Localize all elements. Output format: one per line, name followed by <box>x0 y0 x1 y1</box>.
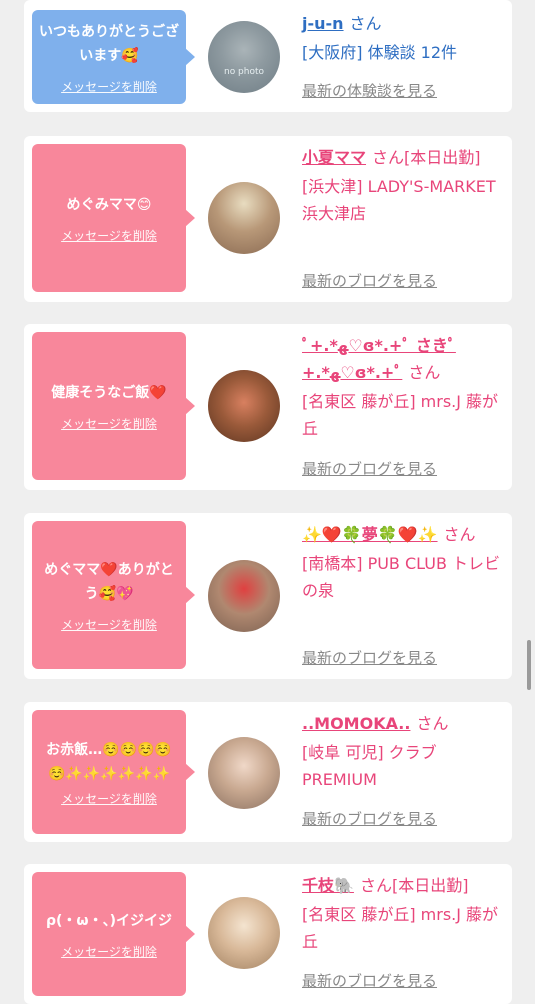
message-card: いつもありがとうございます🥰 メッセージを削除 no photo j-u-n さん… <box>24 0 512 112</box>
shop-info: [大阪府] 体験談 12件 <box>302 43 458 62</box>
delete-message-link[interactable]: メッセージを削除 <box>61 790 157 807</box>
avatar[interactable] <box>208 370 280 442</box>
shop-info: [名東区 藤が丘] mrs.J 藤が丘 <box>302 905 499 951</box>
profile-info: ﾟ+.*ﻬ♡ɞ*.+ﾟ さきﾟ+.*ﻬ♡ɞ*.+ﾟ さん [名東区 藤が丘] mr… <box>302 332 504 442</box>
profile-name-link[interactable]: 千枝🐘 <box>302 876 354 895</box>
message-text: めぐみママ😊 <box>66 196 152 213</box>
profile-info: 小夏ママ さん[本日出勤] [浜大津] LADY'S-MARKET 浜大津店 <box>302 144 504 227</box>
honorific: さん <box>359 876 392 895</box>
latest-blog-link[interactable]: 最新のブログを見る <box>302 808 437 829</box>
message-card: めぐママ❤️ありがとう🥰💖 メッセージを削除 ✨❤️🍀夢🍀❤️✨ さん [南橋本]… <box>24 513 512 679</box>
status-badge: [本日出勤] <box>391 876 469 895</box>
message-text: めぐママ❤️ありがとう🥰💖 <box>44 561 174 602</box>
delete-message-link[interactable]: メッセージを削除 <box>61 78 157 95</box>
latest-blog-link[interactable]: 最新のブログを見る <box>302 270 437 291</box>
latest-review-link[interactable]: 最新の体験談を見る <box>302 80 437 101</box>
profile-name-link[interactable]: j-u-n <box>302 14 344 33</box>
honorific: さん <box>372 148 405 167</box>
avatar[interactable] <box>208 737 280 809</box>
honorific: さん <box>408 363 441 382</box>
profile-info: 千枝🐘 さん[本日出勤] [名東区 藤が丘] mrs.J 藤が丘 <box>302 872 504 955</box>
honorific: さん <box>349 14 382 33</box>
delete-message-link[interactable]: メッセージを削除 <box>61 415 157 432</box>
avatar-placeholder-text: no photo <box>223 67 265 77</box>
latest-blog-link[interactable]: 最新のブログを見る <box>302 970 437 991</box>
message-card: ρ(・ω・、)イジイジ メッセージを削除 千枝🐘 さん[本日出勤] [名東区 藤が… <box>24 864 512 1004</box>
honorific: さん <box>443 525 476 544</box>
avatar[interactable]: no photo <box>208 21 280 93</box>
message-card: 健康そうなご飯❤️ メッセージを削除 ﾟ+.*ﻬ♡ɞ*.+ﾟ さきﾟ+.*ﻬ♡ɞ… <box>24 324 512 490</box>
message-bubble: ρ(・ω・、)イジイジ メッセージを削除 <box>32 872 195 996</box>
shop-info: [浜大津] LADY'S-MARKET 浜大津店 <box>302 177 496 223</box>
message-bubble: めぐママ❤️ありがとう🥰💖 メッセージを削除 <box>32 521 195 669</box>
shop-info: [岐阜 可児] クラブ PREMIUM <box>302 743 437 789</box>
profile-info: j-u-n さん [大阪府] 体験談 12件 <box>302 10 504 66</box>
status-badge: [本日出勤] <box>404 148 481 167</box>
latest-blog-link[interactable]: 最新のブログを見る <box>302 458 437 479</box>
profile-info: ✨❤️🍀夢🍀❤️✨ さん [南橋本] PUB CLUB トレビの泉 <box>302 521 504 604</box>
message-bubble: お赤飯…☺️☺️☺️☺️☺️✨✨✨✨✨✨ メッセージを削除 <box>32 710 195 834</box>
avatar[interactable] <box>208 897 280 969</box>
message-bubble: めぐみママ😊 メッセージを削除 <box>32 144 195 292</box>
avatar[interactable] <box>208 560 280 632</box>
profile-name-link[interactable]: 小夏ママ <box>302 148 366 167</box>
message-bubble: いつもありがとうございます🥰 メッセージを削除 <box>32 10 195 104</box>
message-text: お赤飯…☺️☺️☺️☺️☺️✨✨✨✨✨✨ <box>46 741 172 782</box>
delete-message-link[interactable]: メッセージを削除 <box>61 943 157 960</box>
shop-info: [南橋本] PUB CLUB トレビの泉 <box>302 554 501 600</box>
avatar[interactable] <box>208 182 280 254</box>
message-bubble: 健康そうなご飯❤️ メッセージを削除 <box>32 332 195 480</box>
honorific: さん <box>416 714 449 733</box>
profile-name-link[interactable]: ✨❤️🍀夢🍀❤️✨ <box>302 525 438 544</box>
delete-message-link[interactable]: メッセージを削除 <box>61 616 157 633</box>
message-card: お赤飯…☺️☺️☺️☺️☺️✨✨✨✨✨✨ メッセージを削除 ..MOMOKA..… <box>24 702 512 842</box>
message-card: めぐみママ😊 メッセージを削除 小夏ママ さん[本日出勤] [浜大津] LADY'… <box>24 136 512 302</box>
message-text: いつもありがとうございます🥰 <box>39 23 179 64</box>
profile-info: ..MOMOKA.. さん [岐阜 可児] クラブ PREMIUM <box>302 710 504 793</box>
latest-blog-link[interactable]: 最新のブログを見る <box>302 647 437 668</box>
shop-info: [名東区 藤が丘] mrs.J 藤が丘 <box>302 392 499 438</box>
profile-name-link[interactable]: ..MOMOKA.. <box>302 714 410 733</box>
message-text: ρ(・ω・、)イジイジ <box>46 912 172 929</box>
message-text: 健康そうなご飯❤️ <box>51 384 167 401</box>
scrollbar[interactable] <box>527 640 531 690</box>
delete-message-link[interactable]: メッセージを削除 <box>61 227 157 244</box>
